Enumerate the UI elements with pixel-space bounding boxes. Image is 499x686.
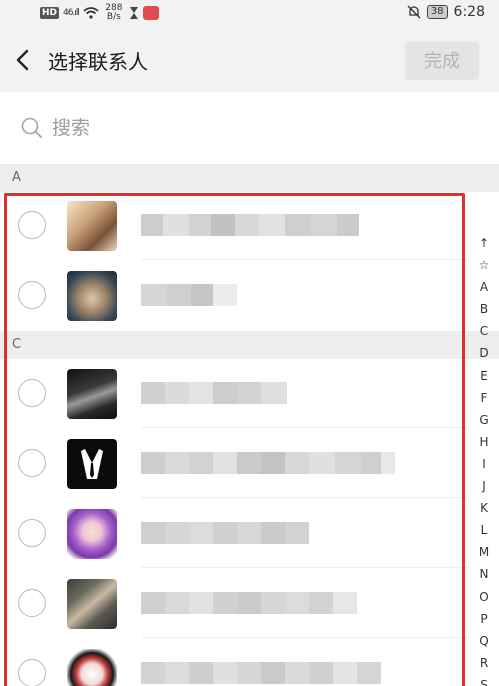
select-radio[interactable] xyxy=(18,519,46,547)
avatar xyxy=(67,201,117,251)
status-bar: HD 46.ıll 288 B/s 38 6:28 xyxy=(0,0,499,28)
index-item[interactable]: S xyxy=(480,674,488,686)
index-item[interactable]: D xyxy=(479,342,488,364)
status-left: HD 46.ıll 288 B/s xyxy=(40,4,159,22)
contact-row[interactable] xyxy=(0,190,470,260)
hourglass-icon xyxy=(129,7,138,19)
contact-name-redacted xyxy=(141,592,357,614)
avatar xyxy=(67,271,117,321)
mute-bell-icon xyxy=(407,5,421,19)
tuxedo-icon xyxy=(81,449,103,479)
select-radio[interactable] xyxy=(18,211,46,239)
index-item[interactable]: ↑ xyxy=(479,232,489,254)
search-bar[interactable] xyxy=(0,92,499,164)
contact-row[interactable] xyxy=(0,358,470,428)
avatar xyxy=(67,509,117,559)
done-button[interactable]: 完成 xyxy=(405,42,479,80)
index-item[interactable]: A xyxy=(480,276,488,298)
alphabet-index[interactable]: ↑ ☆ A B C D E F G H I J K L M N O P Q R … xyxy=(477,232,491,686)
index-item[interactable]: G xyxy=(479,409,488,431)
contact-row[interactable] xyxy=(0,498,470,568)
section-header-c: C xyxy=(0,331,499,359)
contact-name-redacted xyxy=(141,382,287,404)
index-item[interactable]: K xyxy=(480,497,488,519)
contact-name-redacted xyxy=(141,662,381,684)
select-radio[interactable] xyxy=(18,449,46,477)
select-radio[interactable] xyxy=(18,659,46,686)
index-item[interactable]: C xyxy=(480,320,488,342)
search-icon xyxy=(21,117,42,138)
page-title: 选择联系人 xyxy=(48,50,148,74)
contact-row[interactable] xyxy=(0,260,470,330)
contact-name-redacted xyxy=(141,452,395,474)
back-arrow-icon[interactable] xyxy=(10,46,38,74)
index-item[interactable]: B xyxy=(480,298,488,320)
contact-name-redacted xyxy=(141,214,359,236)
index-item[interactable]: L xyxy=(481,519,488,541)
contact-name-redacted xyxy=(141,284,237,306)
battery-icon: 38 xyxy=(426,5,448,19)
clock: 6:28 xyxy=(453,4,485,20)
index-item[interactable]: E xyxy=(480,365,488,387)
title-bar: 选择联系人 完成 xyxy=(0,28,499,92)
hd-icon: HD xyxy=(40,7,60,19)
index-item[interactable]: J xyxy=(482,475,486,497)
index-item[interactable]: I xyxy=(482,453,486,475)
contact-row[interactable] xyxy=(0,568,470,638)
index-item[interactable]: H xyxy=(479,431,488,453)
select-radio[interactable] xyxy=(18,379,46,407)
index-item[interactable]: N xyxy=(480,563,489,585)
avatar xyxy=(67,649,117,686)
index-item[interactable]: ☆ xyxy=(479,254,490,276)
contact-row[interactable] xyxy=(0,428,470,498)
index-item[interactable]: O xyxy=(479,586,488,608)
index-item[interactable]: R xyxy=(480,652,488,674)
status-right: 38 6:28 xyxy=(407,4,485,20)
select-radio[interactable] xyxy=(18,589,46,617)
contact-row[interactable] xyxy=(0,638,470,686)
avatar xyxy=(67,579,117,629)
signal-icon: 46.ıll xyxy=(63,8,80,18)
network-speed: 288 B/s xyxy=(105,3,123,22)
index-item[interactable]: P xyxy=(480,608,487,630)
section-header-a: A xyxy=(0,164,499,192)
avatar xyxy=(67,439,117,489)
app-notification-icon xyxy=(142,6,159,20)
select-radio[interactable] xyxy=(18,281,46,309)
index-item[interactable]: Q xyxy=(479,630,488,652)
avatar xyxy=(67,369,117,419)
index-item[interactable]: F xyxy=(481,387,488,409)
search-input[interactable] xyxy=(52,114,352,142)
contact-name-redacted xyxy=(141,522,309,544)
wifi-icon xyxy=(83,7,99,19)
index-item[interactable]: M xyxy=(479,541,489,563)
